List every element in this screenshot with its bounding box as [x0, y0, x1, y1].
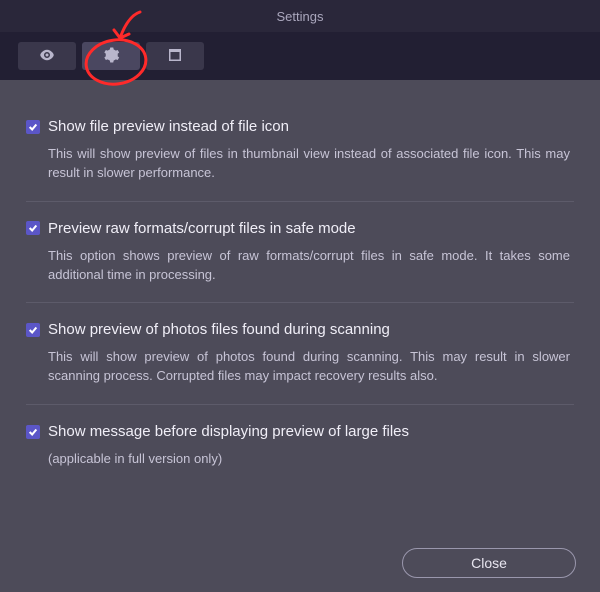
option-row: Show file preview instead of file icon T…: [26, 100, 574, 202]
settings-panel: Show file preview instead of file icon T…: [0, 80, 600, 487]
window-title: Settings: [277, 9, 324, 24]
option-row: Show message before displaying preview o…: [26, 405, 574, 487]
option-label: Show message before displaying preview o…: [48, 423, 409, 440]
option-description: This will show preview of photos found d…: [26, 348, 574, 386]
tab-gear[interactable]: [82, 42, 140, 70]
gear-icon: [102, 46, 120, 67]
option-row: Show preview of photos files found durin…: [26, 303, 574, 405]
tab-window[interactable]: [146, 42, 204, 70]
checkbox[interactable]: [26, 120, 40, 134]
eye-icon: [38, 46, 56, 67]
window-icon: [166, 46, 184, 67]
option-description: This will show preview of files in thumb…: [26, 145, 574, 183]
tab-view[interactable]: [18, 42, 76, 70]
footer: Close: [402, 548, 576, 578]
close-button[interactable]: Close: [402, 548, 576, 578]
tabbar: [0, 32, 600, 80]
option-label: Preview raw formats/corrupt files in saf…: [48, 220, 356, 237]
titlebar: Settings: [0, 0, 600, 32]
checkbox[interactable]: [26, 323, 40, 337]
option-description: This option shows preview of raw formats…: [26, 247, 574, 285]
checkbox[interactable]: [26, 221, 40, 235]
option-row: Preview raw formats/corrupt files in saf…: [26, 202, 574, 304]
option-label: Show file preview instead of file icon: [48, 118, 289, 135]
option-description: (applicable in full version only): [26, 450, 574, 469]
option-label: Show preview of photos files found durin…: [48, 321, 390, 338]
checkbox[interactable]: [26, 425, 40, 439]
